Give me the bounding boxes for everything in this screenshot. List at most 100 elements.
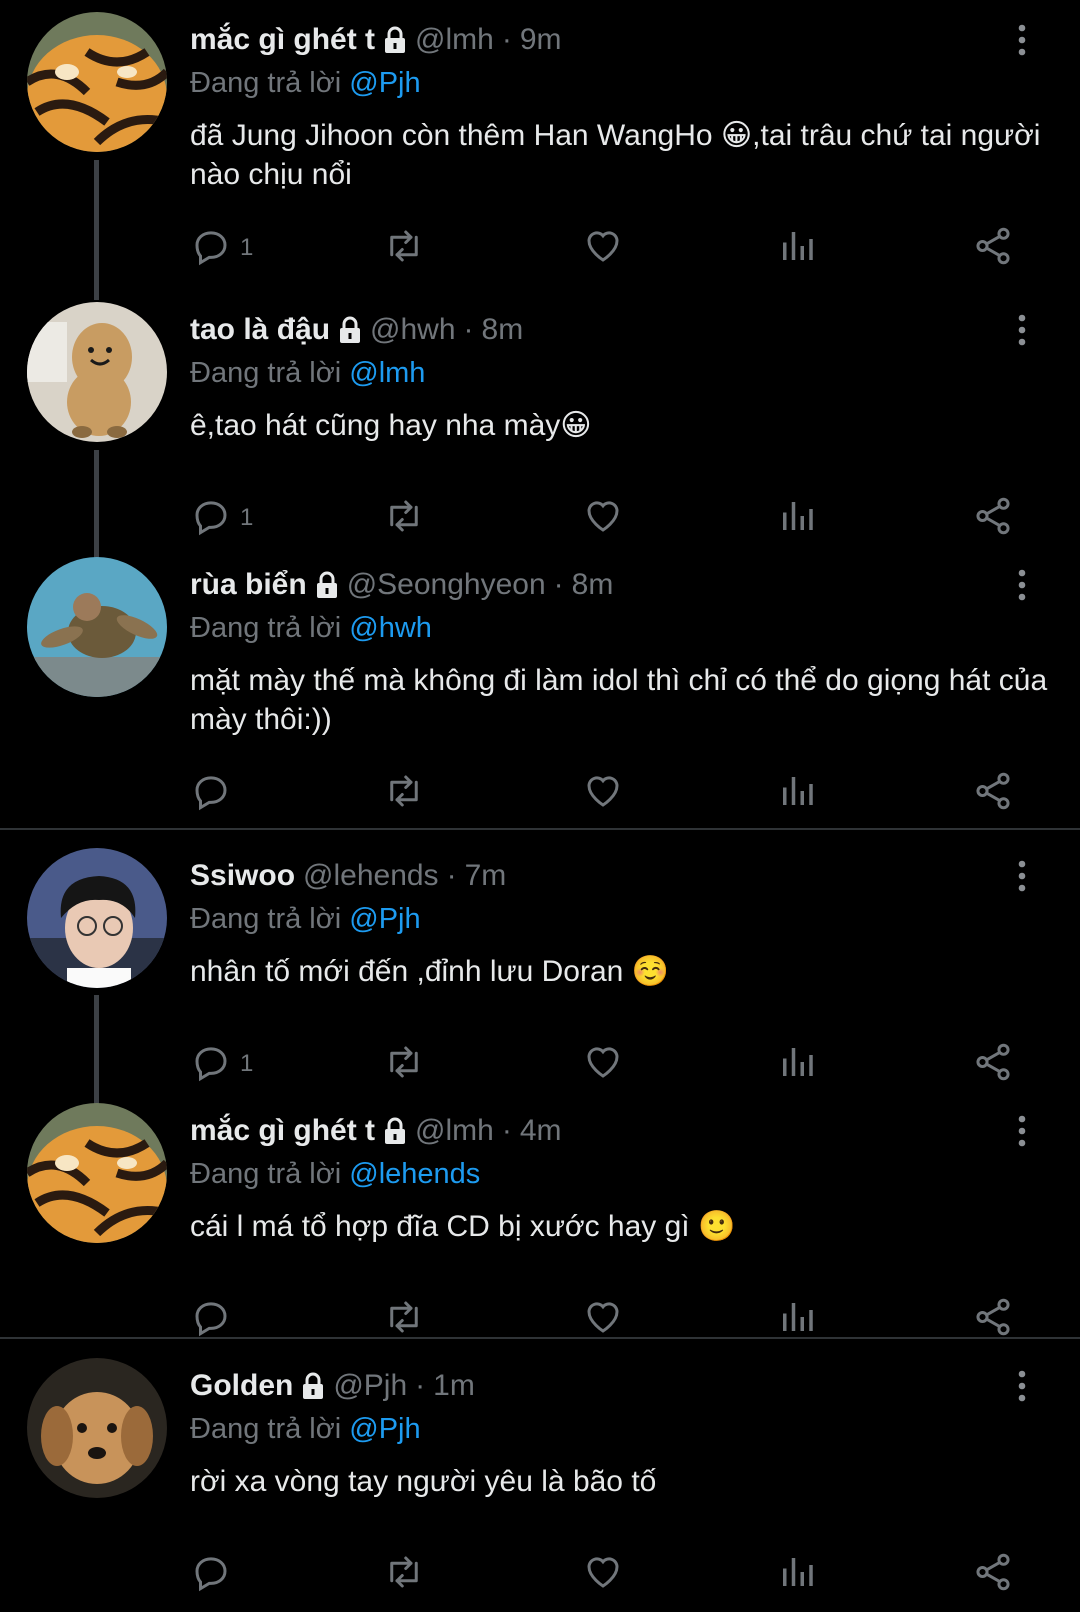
display-name[interactable]: mắc gì ghét t xyxy=(190,1114,375,1148)
share-button[interactable] xyxy=(972,225,1014,271)
display-name[interactable]: tao là đậu xyxy=(190,313,330,347)
reply-icon xyxy=(190,1551,232,1598)
separator-dot: · xyxy=(415,1369,426,1402)
timestamp[interactable]: 4m xyxy=(520,1114,562,1148)
like-button[interactable] xyxy=(582,495,624,541)
reply-button[interactable] xyxy=(190,1296,240,1342)
share-button[interactable] xyxy=(972,495,1014,541)
share-button[interactable] xyxy=(972,770,1014,816)
mention-link[interactable]: @hwh xyxy=(349,612,432,644)
lock-icon xyxy=(315,571,339,599)
user-handle[interactable]: @hwh xyxy=(370,313,456,347)
views-button[interactable] xyxy=(776,1551,818,1597)
replying-to-label: Đang trả lời xyxy=(190,612,342,644)
views-icon xyxy=(776,225,818,272)
separator-dot: · xyxy=(553,568,564,601)
avatar[interactable] xyxy=(27,1358,167,1498)
share-button[interactable] xyxy=(972,1296,1014,1342)
heart-icon xyxy=(582,225,624,272)
share-button[interactable] xyxy=(972,1551,1014,1597)
action-bar: 1 xyxy=(0,225,1080,271)
separator-dot: · xyxy=(463,313,474,346)
share-button[interactable] xyxy=(972,1041,1014,1087)
views-icon xyxy=(776,770,818,817)
action-bar xyxy=(0,1551,1080,1597)
replying-to-label: Đang trả lời xyxy=(190,1158,342,1190)
timestamp[interactable]: 7m xyxy=(465,859,507,893)
retweet-icon xyxy=(383,1296,425,1343)
more-options-icon[interactable] xyxy=(1010,1111,1034,1151)
more-options-icon[interactable] xyxy=(1010,20,1034,60)
retweet-icon xyxy=(383,225,425,272)
avatar[interactable] xyxy=(27,1103,167,1243)
reply-button[interactable]: 1 xyxy=(190,1041,253,1087)
reply-button[interactable]: 1 xyxy=(190,495,253,541)
reply-button[interactable] xyxy=(190,770,240,816)
avatar[interactable] xyxy=(27,557,167,697)
more-options-icon[interactable] xyxy=(1010,856,1034,896)
like-button[interactable] xyxy=(582,1551,624,1597)
views-icon xyxy=(776,1551,818,1598)
mention-link[interactable]: @lehends xyxy=(349,1158,480,1190)
mention-link[interactable]: @lmh xyxy=(349,357,425,389)
timestamp[interactable]: 8m xyxy=(482,313,524,347)
timestamp[interactable]: 1m xyxy=(433,1369,475,1403)
more-options-icon[interactable] xyxy=(1010,1366,1034,1406)
user-handle[interactable]: @Seonghyeon xyxy=(347,568,546,602)
timestamp[interactable]: 9m xyxy=(520,23,562,57)
tweet-text: nhân tố mới đến ,đỉnh lưu Doran ☺️ xyxy=(190,955,670,988)
share-icon xyxy=(972,770,1014,817)
user-handle[interactable]: @Pjh xyxy=(333,1369,407,1403)
avatar[interactable] xyxy=(27,302,167,442)
mention-link[interactable]: @Pjh xyxy=(349,903,420,935)
views-button[interactable] xyxy=(776,1041,818,1087)
avatar[interactable] xyxy=(27,12,167,152)
like-button[interactable] xyxy=(582,770,624,816)
views-icon xyxy=(776,1296,818,1343)
mention-link[interactable]: @Pjh xyxy=(349,67,420,99)
avatar[interactable] xyxy=(27,848,167,988)
tweet-header: Ssiwoo @lehends · 7m xyxy=(190,856,506,896)
retweet-button[interactable] xyxy=(383,495,425,541)
views-icon xyxy=(776,1041,818,1088)
display-name[interactable]: Golden xyxy=(190,1369,293,1403)
views-button[interactable] xyxy=(776,225,818,271)
replying-to: Đang trả lời @Pjh xyxy=(190,67,421,100)
views-button[interactable] xyxy=(776,495,818,541)
like-button[interactable] xyxy=(582,1041,624,1087)
more-options-icon[interactable] xyxy=(1010,310,1034,350)
display-name[interactable]: rùa biển xyxy=(190,568,307,602)
reply-count: 1 xyxy=(240,234,254,261)
tweet-header: rùa biển @Seonghyeon · 8m xyxy=(190,565,613,605)
share-icon xyxy=(972,495,1014,542)
reply-button[interactable] xyxy=(190,1551,240,1597)
thread-divider xyxy=(0,828,1080,830)
display-name[interactable]: Ssiwoo xyxy=(190,859,295,893)
like-button[interactable] xyxy=(582,225,624,271)
retweet-button[interactable] xyxy=(383,225,425,271)
display-name[interactable]: mắc gì ghét t xyxy=(190,23,375,57)
retweet-button[interactable] xyxy=(383,1296,425,1342)
retweet-button[interactable] xyxy=(383,1551,425,1597)
replying-to: Đang trả lời @hwh xyxy=(190,612,432,645)
like-button[interactable] xyxy=(582,1296,624,1342)
timestamp[interactable]: 8m xyxy=(572,568,614,602)
views-button[interactable] xyxy=(776,1296,818,1342)
user-handle[interactable]: @lehends xyxy=(303,859,439,893)
replying-to-label: Đang trả lời xyxy=(190,1413,342,1445)
retweet-button[interactable] xyxy=(383,1041,425,1087)
more-options-icon[interactable] xyxy=(1010,565,1034,605)
retweet-icon xyxy=(383,770,425,817)
action-bar: 1 xyxy=(0,1041,1080,1087)
user-handle[interactable]: @lmh xyxy=(415,23,494,57)
action-bar xyxy=(0,1296,1080,1342)
views-button[interactable] xyxy=(776,770,818,816)
separator-dot: · xyxy=(501,23,512,56)
heart-icon xyxy=(582,1296,624,1343)
tweet-text: mặt mày thế mà không đi làm idol thì chỉ… xyxy=(190,664,1048,736)
user-handle[interactable]: @lmh xyxy=(415,1114,494,1148)
mention-link[interactable]: @Pjh xyxy=(349,1413,420,1445)
retweet-button[interactable] xyxy=(383,770,425,816)
reply-button[interactable]: 1 xyxy=(190,225,253,271)
reply-count: 1 xyxy=(240,1050,254,1077)
